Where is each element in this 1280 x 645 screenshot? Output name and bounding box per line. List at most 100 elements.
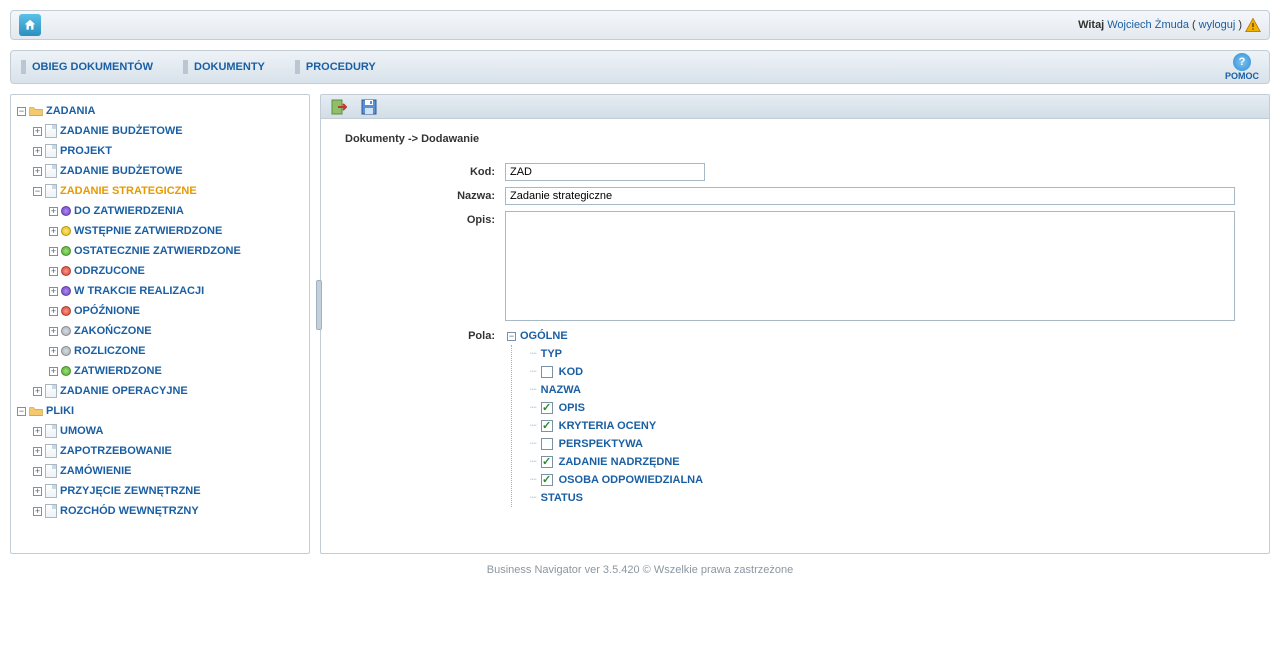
help-icon: ? [1233,53,1251,71]
tree-toggle[interactable]: + [33,427,42,436]
input-kod[interactable] [505,163,705,181]
tree-zatwierdzone[interactable]: ZATWIERDZONE [74,361,162,381]
tree-toggle[interactable]: + [49,287,58,296]
checkbox-opis[interactable] [541,402,553,414]
tree-toggle[interactable]: + [33,507,42,516]
tree-rozliczone[interactable]: ROZLICZONE [74,341,146,361]
resize-handle[interactable] [316,280,322,330]
tree-toggle[interactable]: + [33,127,42,136]
tree-toggle[interactable]: + [33,447,42,456]
pola-status[interactable]: STATUS [541,489,583,507]
toolbar [321,95,1269,119]
main-panel: Dokumenty -> Dodawanie Kod: Nazwa: Opis:… [320,94,1270,554]
warning-icon[interactable] [1245,17,1261,33]
tree-toggle[interactable]: + [49,327,58,336]
checkbox-kod[interactable] [541,366,553,378]
folder-icon [29,405,43,417]
menu-obieg-dokumentow[interactable]: OBIEG DOKUMENTÓW [21,60,153,74]
label-kod: Kod: [345,163,505,181]
tree-toggle[interactable]: − [33,187,42,196]
logout-link[interactable]: wyloguj [1199,19,1236,31]
tree-toggle[interactable]: + [49,367,58,376]
save-button[interactable] [361,99,377,115]
pola-zadanie-nad[interactable]: ZADANIE NADRZĘDNE [559,453,680,471]
pola-kryteria[interactable]: KRYTERIA OCENY [559,417,657,435]
page-icon [45,504,57,518]
tree-toggle[interactable]: + [33,387,42,396]
exit-button[interactable] [331,99,347,115]
pola-perspektywa[interactable]: PERSPEKTYWA [559,435,643,453]
folder-icon [29,105,43,117]
pola-nazwa[interactable]: NAZWA [541,381,581,399]
topbar: Witaj Wojciech Żmuda (wyloguj) [10,10,1270,40]
menu-dokumenty[interactable]: DOKUMENTY [183,60,265,74]
tree-toggle[interactable]: + [33,467,42,476]
tree-toggle[interactable]: + [49,207,58,216]
tree-zadanie-budzetowe[interactable]: ZADANIE BUDŻETOWE [60,121,183,141]
tree-zamowienie[interactable]: ZAMÓWIENIE [60,461,132,481]
pola-kod[interactable]: KOD [559,363,583,381]
tree-wstepnie[interactable]: WSTĘPNIE ZATWIERDZONE [74,221,222,241]
tree-zapotrzebowanie[interactable]: ZAPOTRZEBOWANIE [60,441,172,461]
tree-toggle[interactable]: + [49,247,58,256]
tree-do-zatwierdzenia[interactable]: DO ZATWIERDZENIA [74,201,184,221]
tree-rozchod[interactable]: ROZCHÓD WEWNĘTRZNY [60,501,199,521]
home-button[interactable] [19,14,41,36]
label-opis: Opis: [345,211,505,321]
checkbox-kryteria[interactable] [541,420,553,432]
tree-toggle[interactable]: − [17,407,26,416]
label-nazwa: Nazwa: [345,187,505,205]
tree-umowa[interactable]: UMOWA [60,421,103,441]
tree-toggle[interactable]: + [49,267,58,276]
pola-ogolne[interactable]: OGÓLNE [520,327,568,345]
tree-toggle[interactable]: + [49,227,58,236]
tree-w-trakcie[interactable]: W TRAKCIE REALIZACJI [74,281,204,301]
tree-toggle[interactable]: − [507,332,516,341]
tree-zadanie-operacyjne[interactable]: ZADANIE OPERACYJNE [60,381,188,401]
home-icon [23,18,37,32]
input-nazwa[interactable] [505,187,1235,205]
page-icon [45,384,57,398]
pola-typ[interactable]: TYP [541,345,562,363]
tree-zakonczone[interactable]: ZAKOŃCZONE [74,321,152,341]
tree-zadania[interactable]: ZADANIA [46,101,96,121]
tree-opoznione[interactable]: OPÓŹNIONE [74,301,140,321]
status-bullet-icon [61,286,71,296]
checkbox-zadanie-nad[interactable] [541,456,553,468]
status-bullet-icon [61,306,71,316]
page-icon [45,484,57,498]
tree-zadanie-strategiczne[interactable]: ZADANIE STRATEGICZNE [60,181,197,201]
tree-projekt[interactable]: PROJEKT [60,141,112,161]
tree-toggle[interactable]: − [17,107,26,116]
nav-tree: − ZADANIA +ZADANIE BUDŻETOWE +PROJEKT +Z… [15,101,305,551]
tree-odrzucone[interactable]: ODRZUCONE [74,261,145,281]
page-icon [45,464,57,478]
help-button[interactable]: ? POMOC [1225,53,1259,81]
pola-osoba[interactable]: OSOBA ODPOWIEDZIALNA [559,471,703,489]
tree-toggle[interactable]: + [33,487,42,496]
tree-przyjecie[interactable]: PRZYJĘCIE ZEWNĘTRZNE [60,481,201,501]
page-icon [45,144,57,158]
tree-toggle[interactable]: + [33,167,42,176]
sidebar: − ZADANIA +ZADANIE BUDŻETOWE +PROJEKT +Z… [10,94,310,554]
pola-opis[interactable]: OPIS [559,399,585,417]
tree-toggle[interactable]: + [49,307,58,316]
tree-toggle[interactable]: + [49,347,58,356]
checkbox-osoba[interactable] [541,474,553,486]
user-link[interactable]: Wojciech Żmuda [1107,19,1189,31]
page-icon [45,424,57,438]
status-bullet-icon [61,266,71,276]
menu-procedury[interactable]: PROCEDURY [295,60,376,74]
tree-ostatecznie[interactable]: OSTATECZNIE ZATWIERDZONE [74,241,241,261]
status-bullet-icon [61,206,71,216]
tree-zadanie-budzetowe-2[interactable]: ZADANIE BUDŻETOWE [60,161,183,181]
checkbox-perspektywa[interactable] [541,438,553,450]
welcome-text: Witaj Wojciech Żmuda (wyloguj) [1078,17,1261,33]
status-bullet-icon [61,346,71,356]
pola-tree: −OGÓLNE ┈TYP ┈KOD ┈NAZWA ┈OPIS ┈KRYTERIA… [505,327,703,507]
tree-toggle[interactable]: + [33,147,42,156]
page-icon [45,124,57,138]
status-bullet-icon [61,246,71,256]
textarea-opis[interactable] [505,211,1235,321]
tree-pliki[interactable]: PLIKI [46,401,74,421]
